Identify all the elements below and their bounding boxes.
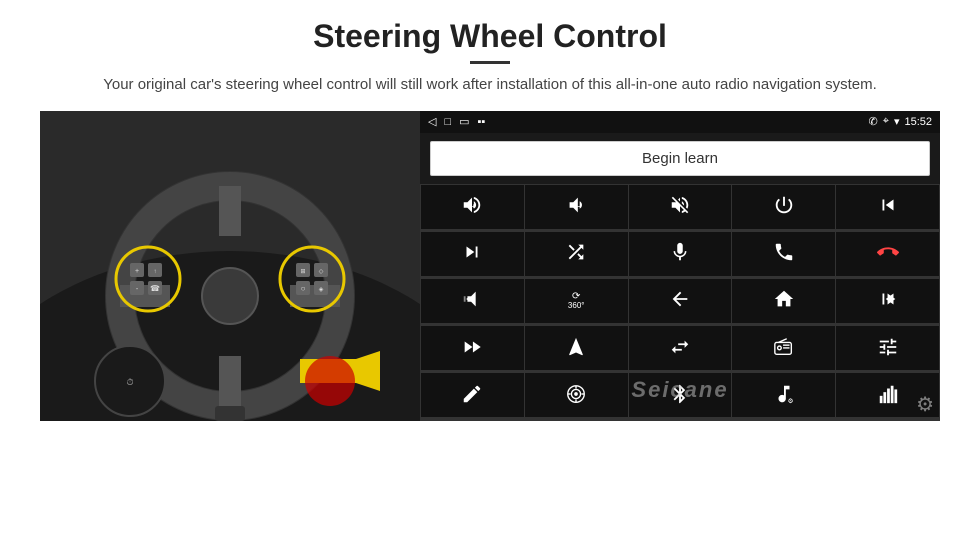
- svg-text:☎: ☎: [150, 284, 160, 293]
- recents-icon: ▭: [459, 115, 469, 128]
- swap-icon: [669, 336, 691, 361]
- title-section: Steering Wheel Control Your original car…: [40, 18, 940, 97]
- home-nav-icon: [773, 288, 795, 313]
- status-bar-left: ◁ □ ▭ ▪▪: [428, 115, 485, 128]
- skip-fwd-icon: [461, 241, 483, 266]
- svg-text:◈: ◈: [319, 287, 324, 293]
- vol-up-icon: +: [461, 194, 483, 219]
- phone-call-icon: [773, 241, 795, 266]
- steering-wheel-image: + ↑ - ☎ ⊞ ◇ ○ ◈: [40, 111, 420, 421]
- phone-call-button[interactable]: [732, 232, 835, 276]
- prev-track-button[interactable]: [836, 185, 939, 229]
- pen-icon: [461, 383, 483, 408]
- skip-fwd-button[interactable]: [421, 232, 524, 276]
- mute-button[interactable]: [629, 185, 732, 229]
- music-settings-icon: ⚙: [773, 383, 795, 408]
- subtitle: Your original car's steering wheel contr…: [40, 74, 940, 97]
- fast-fwd-button[interactable]: [421, 326, 524, 370]
- back-nav-icon: [669, 288, 691, 313]
- content-row: + ↑ - ☎ ⊞ ◇ ○ ◈: [40, 111, 940, 421]
- settings-button[interactable]: ⚙: [916, 392, 934, 417]
- svg-text:+: +: [471, 202, 475, 211]
- fast-fwd-icon: [461, 336, 483, 361]
- svg-text:⊞: ⊞: [300, 269, 305, 275]
- radio-icon: [773, 336, 795, 361]
- vol-down-button[interactable]: −: [525, 185, 628, 229]
- begin-learn-button[interactable]: Begin learn: [430, 141, 930, 176]
- phone-status-icon: ✆: [869, 115, 878, 128]
- equalizer-button[interactable]: [836, 326, 939, 370]
- rewind-button[interactable]: [836, 279, 939, 323]
- hang-up-button[interactable]: [836, 232, 939, 276]
- page-title: Steering Wheel Control: [40, 18, 940, 55]
- 360-button[interactable]: ⟳ 360°: [525, 279, 628, 323]
- 360-icon: ⟳ 360°: [568, 291, 585, 311]
- swap-button[interactable]: [629, 326, 732, 370]
- power-button[interactable]: [732, 185, 835, 229]
- target-icon: [565, 383, 587, 408]
- mic-button[interactable]: [629, 232, 732, 276]
- signal-icon: ▪▪: [478, 116, 486, 128]
- vol-down-icon: −: [565, 194, 587, 219]
- bluetooth-button[interactable]: [629, 373, 732, 417]
- bars-icon: [877, 383, 899, 408]
- rewind-icon: [877, 288, 899, 313]
- svg-text:+: +: [135, 268, 139, 275]
- location-status-icon: ⌖: [883, 115, 889, 128]
- vol-up-button[interactable]: +: [421, 185, 524, 229]
- page-wrapper: Steering Wheel Control Your original car…: [0, 0, 980, 431]
- prev-track-icon: [877, 194, 899, 219]
- begin-learn-row: Begin learn: [420, 133, 940, 184]
- wifi-status-icon: ▾: [894, 115, 900, 128]
- bluetooth-icon: [669, 383, 691, 408]
- svg-text:↑: ↑: [154, 269, 157, 275]
- power-icon: [773, 194, 795, 219]
- home-icon: □: [444, 116, 451, 128]
- svg-text:⚙: ⚙: [787, 398, 793, 405]
- svg-text:◇: ◇: [319, 269, 324, 275]
- status-bar: ◁ □ ▭ ▪▪ ✆ ⌖ ▾ 15:52: [420, 111, 940, 133]
- back-nav-button[interactable]: [629, 279, 732, 323]
- mute-icon: [669, 194, 691, 219]
- target-button[interactable]: [525, 373, 628, 417]
- pen-button[interactable]: [421, 373, 524, 417]
- navigation-icon: [565, 336, 587, 361]
- equalizer-icon: [877, 336, 899, 361]
- shuffle-icon: [565, 241, 587, 266]
- music-settings-button[interactable]: ⚙: [732, 373, 835, 417]
- radio-panel: ◁ □ ▭ ▪▪ ✆ ⌖ ▾ 15:52 Begin learn: [420, 111, 940, 421]
- svg-text:⏱: ⏱: [126, 377, 133, 387]
- mic-icon: [669, 241, 691, 266]
- svg-text:○: ○: [301, 284, 306, 293]
- home-nav-button[interactable]: [732, 279, 835, 323]
- speaker-icon: [461, 288, 483, 313]
- 360-label: 360°: [568, 302, 585, 311]
- status-bar-right: ✆ ⌖ ▾ 15:52: [869, 115, 932, 128]
- navigation-button[interactable]: [525, 326, 628, 370]
- radio-button[interactable]: [732, 326, 835, 370]
- controls-grid: + −: [420, 184, 940, 421]
- back-icon: ◁: [428, 115, 436, 128]
- hang-up-icon: [877, 241, 899, 266]
- title-divider: [470, 61, 510, 64]
- speaker-button[interactable]: [421, 279, 524, 323]
- svg-text:−: −: [575, 202, 580, 212]
- clock: 15:52: [904, 116, 932, 128]
- shuffle-button[interactable]: [525, 232, 628, 276]
